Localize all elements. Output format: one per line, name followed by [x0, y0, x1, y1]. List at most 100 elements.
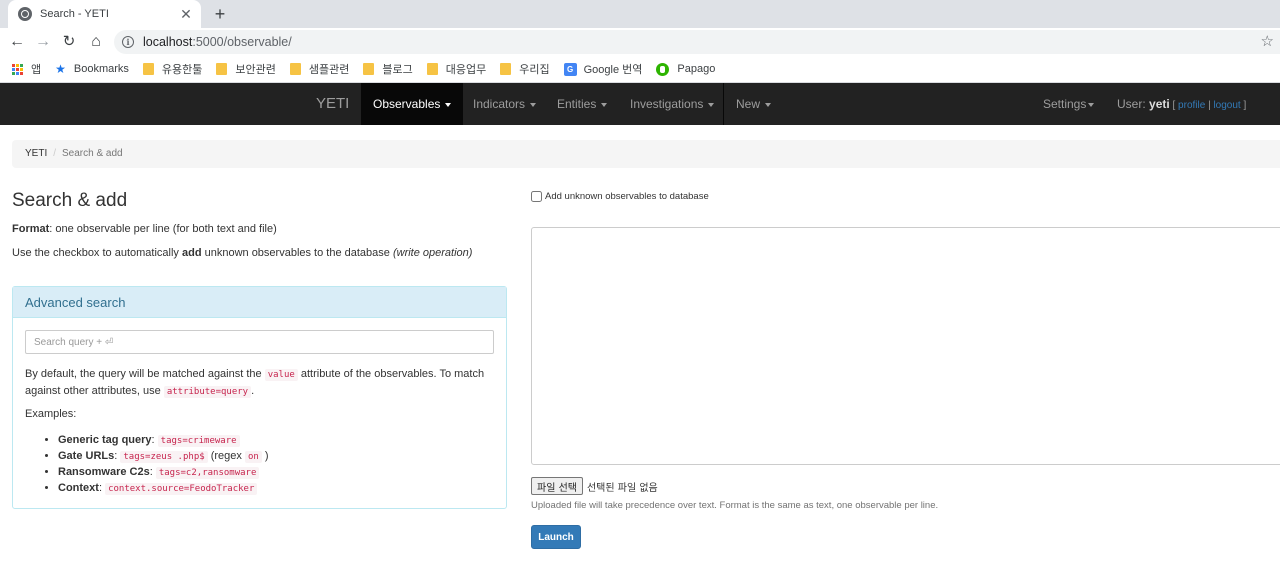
close-icon[interactable]: ✕	[179, 7, 193, 21]
nav-label: New	[736, 97, 761, 111]
example-code: tags=c2,ransomware	[155, 467, 260, 479]
add-unknown-label: Add unknown observables to database	[545, 191, 709, 202]
bookmark-apps[interactable]: 앱	[12, 61, 41, 77]
bracket-open: [	[1169, 100, 1179, 111]
example-item: Generic tag query: tags=crimeware	[58, 432, 269, 448]
example-item: Ransomware C2s: tags=c2,ransomware	[58, 464, 269, 480]
breadcrumb-separator: /	[53, 148, 57, 159]
bookmark-label: Papago	[677, 63, 716, 75]
info-icon[interactable]: i	[122, 36, 134, 48]
back-arrow-icon[interactable]: ←	[7, 32, 27, 52]
nav-observables[interactable]: Observables	[361, 83, 464, 125]
examples-label: Examples:	[25, 408, 77, 420]
profile-link[interactable]: profile	[1178, 100, 1205, 111]
hint-text: unknown observables to the database	[201, 247, 393, 259]
new-tab-button[interactable]: +	[210, 4, 230, 24]
bookmark-label: 우리집	[519, 64, 550, 76]
checkbox-hint: Use the checkbox to automatically add un…	[12, 247, 472, 259]
nav-label: Indicators	[473, 97, 526, 111]
address-bar[interactable]: i localhost:5000/observable/ ☆	[114, 30, 1280, 54]
caret-down-icon	[1088, 102, 1095, 107]
brand-logo[interactable]: YETI	[316, 83, 349, 125]
example-label: Gate URLs	[58, 450, 115, 462]
observables-textarea[interactable]	[531, 227, 1280, 465]
bookmark-folder[interactable]: 대응업무	[426, 61, 486, 77]
url-text[interactable]: localhost:5000/observable/	[143, 35, 292, 49]
desc-text: By default, the query will be matched ag…	[25, 368, 265, 380]
examples-list: Generic tag query: tags=crimeware Gate U…	[45, 432, 269, 496]
folder-icon	[500, 63, 512, 75]
bookmark-folder[interactable]: 샘플관련	[289, 61, 350, 77]
format-text: : one observable per line (for both text…	[49, 223, 277, 235]
example-code: tags=zeus .php$	[120, 451, 208, 463]
breadcrumb-home[interactable]: YETI	[25, 148, 47, 159]
bookmark-star-icon[interactable]: ☆	[1261, 33, 1274, 51]
add-unknown-option[interactable]: Add unknown observables to database	[531, 191, 709, 202]
url-host: localhost	[143, 35, 193, 49]
bookmark-label: Bookmarks	[73, 63, 129, 75]
reload-icon[interactable]: ↻	[59, 32, 79, 52]
launch-button[interactable]: Launch	[531, 525, 581, 549]
panel-heading: Advanced search	[13, 287, 506, 318]
bookmark-google-translate[interactable]: G Google 번역	[563, 61, 642, 77]
caret-down-icon	[445, 102, 452, 107]
user-info: User: yeti [ profile | logout ]	[1117, 83, 1246, 125]
tab-title: Search - YETI	[40, 8, 109, 20]
folder-icon	[142, 63, 154, 75]
nav-label: Investigations	[630, 97, 704, 111]
forward-arrow-icon[interactable]: →	[33, 32, 53, 52]
globe-icon	[18, 7, 32, 21]
browser-tab[interactable]: Search - YETI ✕	[8, 0, 201, 28]
breadcrumb-current: Search & add	[62, 148, 123, 159]
bookmark-folder[interactable]: 우리집	[500, 61, 550, 77]
nav-entities[interactable]: Entities	[545, 83, 619, 125]
upload-help-text: Uploaded file will take precedence over …	[531, 500, 939, 511]
file-status: 선택된 파일 없음	[586, 482, 658, 494]
desc-text: .	[251, 385, 255, 397]
home-icon[interactable]: ⌂	[86, 32, 106, 52]
example-code: context.source=FeodoTracker	[105, 483, 258, 495]
bookmark-bookmarks[interactable]: ★ Bookmarks	[55, 62, 129, 76]
format-label: Format	[12, 223, 50, 235]
bookmark-folder[interactable]: 유용한툴	[142, 61, 202, 77]
caret-down-icon	[765, 102, 772, 107]
nav-label: Settings	[1043, 97, 1087, 111]
search-description: By default, the query will be matched ag…	[25, 366, 485, 400]
nav-new[interactable]: New	[724, 83, 783, 125]
bookmark-papago[interactable]: Papago	[656, 62, 716, 76]
app-navbar: YETI Observables Indicators Entities Inv…	[0, 83, 1280, 125]
star-icon: ★	[55, 62, 66, 76]
breadcrumb: YETI / Search & add	[12, 140, 1280, 168]
bookmark-folder[interactable]: 블로그	[363, 61, 413, 77]
example-code: on	[244, 451, 262, 463]
example-item: Gate URLs: tags=zeus .php$ (regex on )	[58, 448, 269, 464]
example-label: Context	[58, 482, 99, 494]
apps-grid-icon	[12, 63, 23, 75]
format-description: Format: one observable per line (for bot…	[12, 223, 277, 235]
bookmark-label: 샘플관련	[308, 64, 350, 76]
bookmarks-bar: 앱 ★ Bookmarks 유용한툴 보안관련 샘플관련 블로그 대응업무 우리…	[0, 56, 1280, 83]
caret-down-icon	[530, 102, 537, 107]
example-code: tags=crimeware	[157, 435, 240, 447]
add-unknown-checkbox[interactable]	[531, 191, 542, 202]
url-path: :5000/observable/	[192, 35, 292, 49]
example-suffix: (regex	[207, 450, 245, 462]
nav-investigations[interactable]: Investigations	[618, 83, 726, 125]
nav-settings[interactable]: Settings	[1031, 83, 1106, 125]
nav-indicators[interactable]: Indicators	[461, 83, 548, 125]
caret-down-icon	[708, 102, 715, 107]
folder-icon	[363, 63, 375, 75]
browser-toolbar: ← → ↻ ⌂ i localhost:5000/observable/ ☆	[0, 28, 1280, 56]
search-query-input[interactable]	[25, 330, 494, 354]
hint-text: Use the checkbox to automatically	[12, 247, 182, 259]
bookmark-folder[interactable]: 보안관련	[216, 61, 276, 77]
caret-down-icon	[601, 102, 608, 107]
logout-link[interactable]: logout	[1213, 100, 1240, 111]
bookmark-label: 앱	[31, 64, 42, 76]
advanced-search-panel: Advanced search By default, the query wi…	[12, 286, 507, 509]
user-prefix: User:	[1117, 97, 1150, 111]
choose-file-button[interactable]: 파일 선택	[531, 477, 583, 495]
hint-bold: add	[181, 247, 202, 259]
page-title: Search & add	[12, 190, 128, 211]
nav-label: Observables	[373, 97, 441, 111]
